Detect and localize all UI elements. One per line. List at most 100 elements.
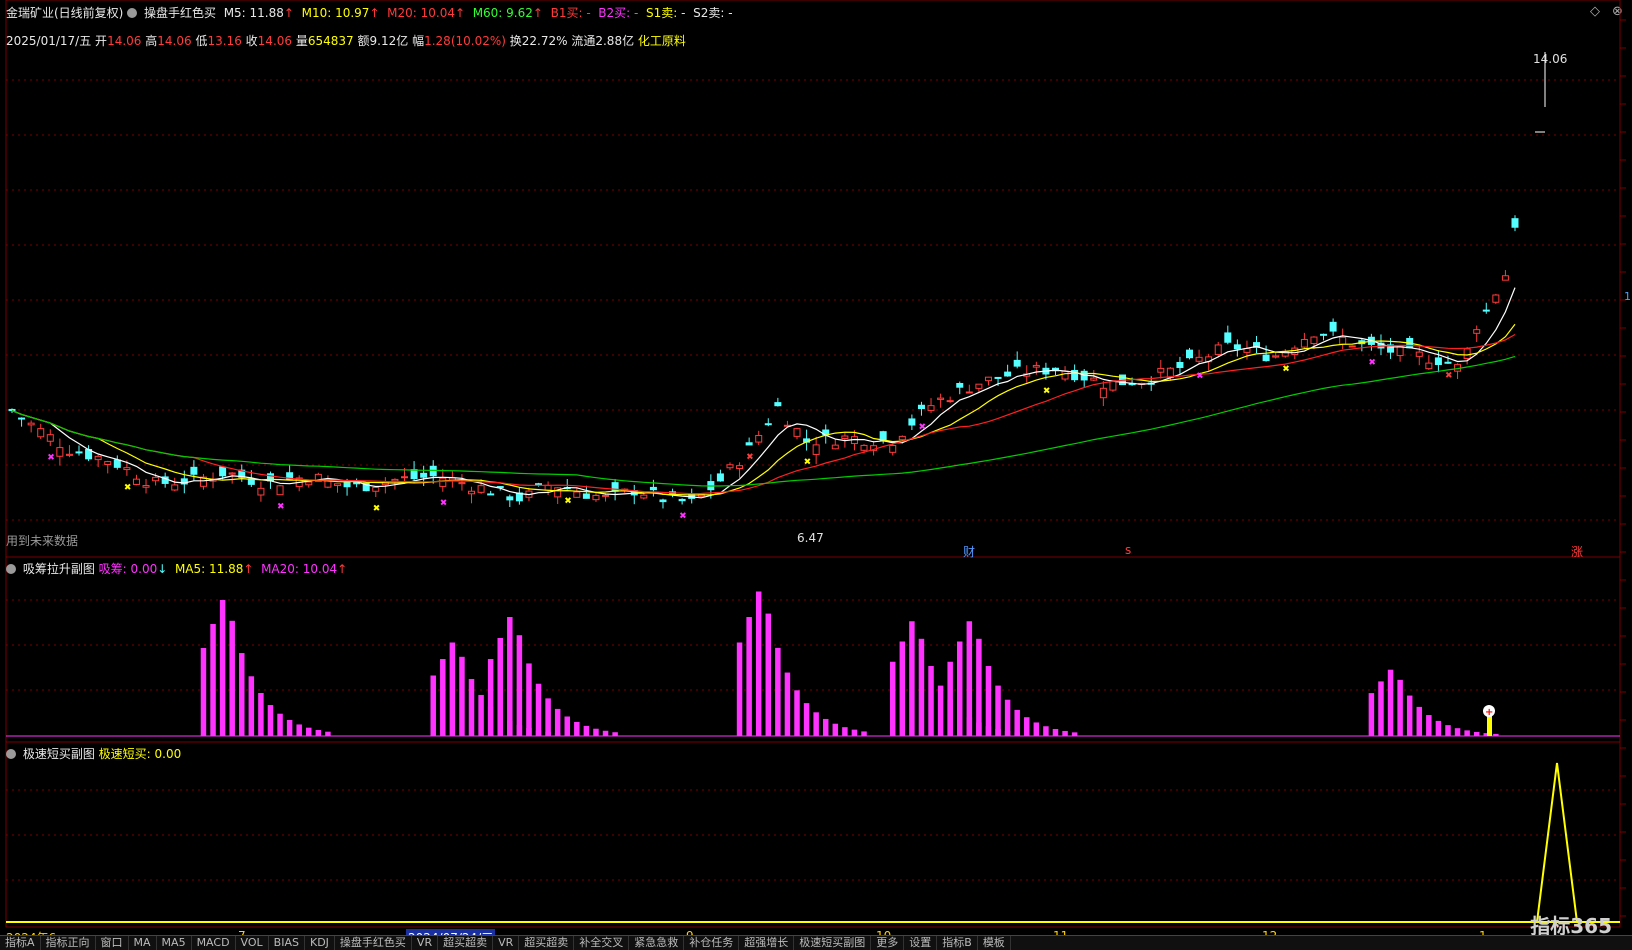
sub1-xichou: 吸筹: 0.00 — [98, 562, 158, 576]
xichou-bar — [1397, 679, 1403, 736]
candle-body — [228, 472, 236, 475]
candle-body — [611, 482, 619, 492]
xichou-bar — [449, 642, 456, 736]
xichou-bar — [861, 731, 867, 736]
indicator-tab-15[interactable]: 紧急急救 — [629, 936, 685, 950]
indicator-tab-18[interactable]: 极速短买副图 — [794, 936, 872, 950]
xichou-bar — [803, 703, 810, 736]
sub2-toggle-icon[interactable] — [6, 749, 16, 759]
candle-body — [774, 402, 782, 407]
candle-body — [1224, 332, 1232, 343]
candle-body — [1061, 370, 1069, 380]
xichou-bar — [430, 675, 436, 736]
xichou-subchart: + — [6, 591, 1620, 737]
signal-markers: ✖ ✖ ✖ ✖ ✖ ✖ ✖ ✖ ✖ ✖ ✖ ✖ ✖ ✖ ✖ — [47, 358, 1452, 522]
candle-body — [123, 467, 131, 471]
indicator-tab-22[interactable]: 模板 — [978, 936, 1011, 950]
limit-up-tag[interactable]: 涨 — [1571, 543, 1583, 560]
indicator-tab-10[interactable]: VR — [412, 936, 439, 950]
candle-body — [592, 494, 600, 501]
indicator-tab-19[interactable]: 更多 — [871, 936, 905, 950]
indicator-tab-4[interactable]: MA5 — [157, 936, 192, 950]
xichou-bar — [516, 635, 523, 736]
candle-body — [1463, 348, 1471, 359]
indicator-tab-16[interactable]: 补仓任务 — [684, 936, 740, 950]
xichou-bar — [842, 727, 848, 736]
jisu-subchart — [6, 762, 1620, 923]
xichou-bar — [267, 705, 274, 736]
finance-tag[interactable]: 财 — [963, 543, 975, 560]
xichou-bar — [459, 656, 465, 736]
indicator-tab-3[interactable]: MA — [129, 936, 157, 950]
sub1-ma5: MA5: 11.88 — [174, 562, 244, 576]
main-panel-frame — [5, 0, 1621, 558]
candle-body — [745, 442, 753, 446]
xichou-bar — [296, 724, 302, 736]
candle-body — [75, 451, 83, 454]
candle-body — [104, 461, 112, 465]
xichou-bar — [200, 648, 207, 736]
xichou-bar — [219, 600, 226, 736]
candle-body — [506, 496, 514, 501]
candle-body — [917, 404, 925, 410]
xichou-bar — [507, 617, 513, 736]
indicator-tab-7[interactable]: BIAS — [269, 936, 305, 950]
xichou-bar — [1033, 722, 1040, 736]
signal-x-icon: ✖ — [1282, 365, 1290, 375]
xichou-bar — [593, 728, 599, 736]
candle-body — [257, 487, 265, 496]
indicator-tab-5[interactable]: MACD — [192, 936, 236, 950]
candle-body — [908, 418, 916, 426]
indicator-tab-8[interactable]: KDJ — [305, 936, 335, 950]
xichou-bar — [813, 712, 819, 736]
candle-body — [678, 498, 686, 502]
candle-body — [8, 408, 16, 412]
ma5-line — [11, 287, 1516, 499]
candle-body — [65, 453, 73, 456]
indicator-tab-1[interactable]: 指标正向 — [41, 936, 96, 950]
sub1-title[interactable]: 吸筹拉升副图 — [23, 562, 95, 576]
indicator-tab-12[interactable]: VR — [493, 936, 520, 950]
candle-body — [573, 491, 581, 498]
sub2-title[interactable]: 极速短买副图 — [23, 747, 95, 761]
indicator-tab-2[interactable]: 窗口 — [96, 936, 129, 950]
candle-body — [1511, 218, 1519, 228]
indicator-tab-11[interactable]: 超买超卖 — [438, 936, 494, 950]
buy-signal-bar — [1487, 715, 1492, 736]
s-tag[interactable]: s — [1125, 543, 1131, 557]
signal-x-icon: ✖ — [277, 502, 285, 512]
candle-body — [372, 486, 380, 492]
sub1-toggle-icon[interactable] — [6, 564, 16, 574]
low-price-label: 6.47 — [797, 531, 824, 545]
indicator-tab-13[interactable]: 超买超卖 — [519, 936, 575, 950]
xichou-bar — [1062, 730, 1068, 736]
candle-body — [1004, 371, 1012, 377]
xichou-bar — [1387, 669, 1394, 736]
indicator-tab-0[interactable]: 指标A — [0, 936, 41, 950]
indicator-tab-20[interactable]: 设置 — [904, 936, 938, 950]
xichou-bar — [966, 621, 973, 736]
xichou-bar — [315, 730, 322, 736]
xichou-bar — [602, 730, 609, 736]
candle-body — [1176, 361, 1184, 368]
candle-body — [1013, 359, 1021, 367]
indicator-tab-6[interactable]: VOL — [236, 936, 269, 950]
indicator-tab-21[interactable]: 指标B — [937, 936, 978, 950]
candle-body — [726, 464, 734, 469]
candle-body — [401, 476, 409, 479]
candle-body — [1434, 357, 1442, 366]
candle-body — [477, 485, 485, 493]
xichou-bar — [229, 620, 235, 736]
indicator-tab-9[interactable]: 操盘手红色买 — [335, 936, 412, 950]
indicator-tab-17[interactable]: 超强增长 — [739, 936, 795, 950]
candle-body — [305, 481, 313, 486]
future-data-note: 用到未来数据 — [6, 534, 79, 548]
jisu-spike — [1536, 762, 1578, 923]
candle-body — [649, 486, 657, 491]
xichou-bar — [554, 708, 561, 736]
indicator-tab-14[interactable]: 补全交叉 — [574, 936, 630, 950]
kline-chart[interactable]: ✖ ✖ ✖ ✖ ✖ ✖ ✖ ✖ ✖ ✖ ✖ ✖ ✖ ✖ ✖ + — [0, 0, 1632, 935]
candle-body — [333, 483, 341, 486]
xichou-bar — [1071, 732, 1078, 736]
xichou-bar — [286, 719, 293, 736]
